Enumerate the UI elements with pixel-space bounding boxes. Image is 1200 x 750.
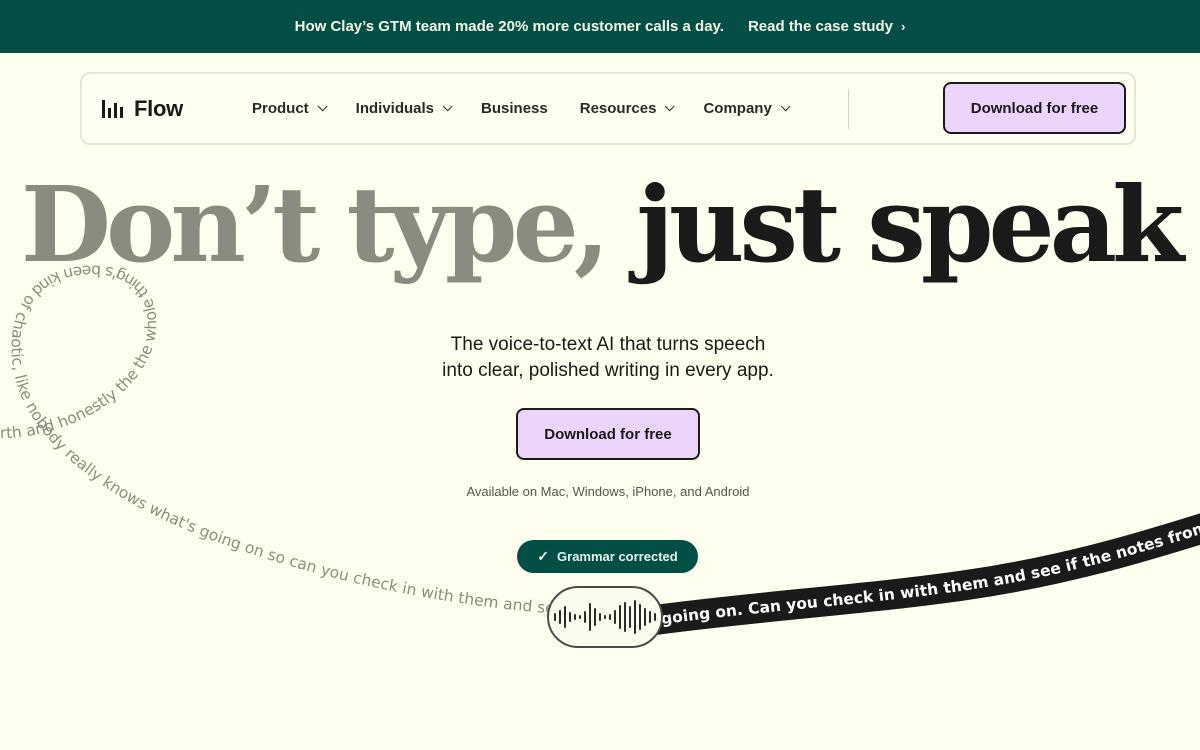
chevron-down-icon [442, 101, 453, 112]
grammar-corrected-badge: ✓ Grammar corrected [517, 540, 698, 573]
waveform-bar [574, 614, 576, 620]
hero-title-dark: just speak [636, 163, 1184, 286]
chevron-down-icon [665, 101, 676, 112]
banner-text: How Clay’s GTM team made 20% more custom… [294, 18, 724, 35]
logo[interactable]: Flow [102, 96, 183, 122]
nav-item-company[interactable]: Company [703, 100, 791, 117]
waveform-bar [649, 611, 651, 623]
nav-item-label: Resources [579, 100, 657, 117]
chevron-down-icon [317, 101, 328, 112]
waveform-bar [564, 606, 566, 628]
hero-subtitle: The voice-to-text AI that turns speech i… [380, 332, 836, 384]
waveform-bar [579, 615, 581, 619]
waveform-bar [594, 608, 596, 626]
waveform-bar [619, 605, 621, 629]
hero-subtitle-line2: into clear, polished writing in every ap… [442, 360, 774, 381]
voice-waveform-pill[interactable] [547, 586, 663, 648]
polished-ribbon [655, 526, 1200, 620]
waveform-bar [634, 600, 636, 634]
waveform-bar [589, 603, 591, 631]
logo-text: Flow [134, 96, 183, 121]
hero-title: Don’t type, just speak [0, 167, 1200, 282]
waveform-bar [599, 613, 601, 621]
waveform-bar [624, 602, 626, 632]
waveform-bar [554, 613, 556, 621]
waveform-bar [584, 611, 586, 623]
waveform-bar [629, 606, 631, 628]
nav-item-label: Company [703, 100, 772, 117]
case-study-link-label: Read the case study [747, 18, 894, 35]
waveform-bar [569, 612, 571, 622]
nav-divider [848, 89, 849, 129]
waveform-bar [609, 614, 611, 620]
chevron-right-icon: › [901, 19, 906, 34]
nav-item-label: Product [252, 100, 309, 117]
main-nav: Flow Product Individuals Business Resour… [80, 72, 1136, 145]
nav-item-business[interactable]: Business [481, 100, 548, 117]
nav-item-label: Individuals [355, 100, 435, 117]
waveform-bar [654, 613, 656, 621]
waveform-bar [614, 610, 616, 624]
announcement-banner: How Clay’s GTM team made 20% more custom… [0, 0, 1200, 53]
hero-title-muted: Don’t type, [20, 163, 637, 286]
nav-menu: Product Individuals Business Resources C… [252, 74, 791, 143]
nav-item-resources[interactable]: Resources [579, 100, 676, 117]
chevron-down-icon [780, 101, 791, 112]
nav-item-individuals[interactable]: Individuals [355, 100, 453, 117]
waveform-bar [639, 604, 641, 630]
nav-item-product[interactable]: Product [252, 100, 328, 117]
waveform-bar [559, 610, 561, 624]
waveform-bar [604, 615, 606, 619]
hero-subtitle-line1: The voice-to-text AI that turns speech [450, 334, 766, 355]
badge-label: Grammar corrected [557, 549, 678, 564]
platform-availability: Available on Mac, Windows, iPhone, and A… [466, 484, 750, 499]
waveform-bar [644, 608, 646, 626]
nav-download-button[interactable]: Download for free [943, 82, 1126, 134]
nav-item-label: Business [481, 100, 548, 117]
case-study-link[interactable]: Read the case study › [748, 18, 905, 35]
raw-speech-text: rth and honestly the the whole thing's b… [0, 262, 565, 619]
checkmark-icon: ✓ [537, 548, 550, 564]
waveform-logo-icon [102, 100, 123, 118]
hero-download-button[interactable]: Download for free [516, 408, 700, 460]
